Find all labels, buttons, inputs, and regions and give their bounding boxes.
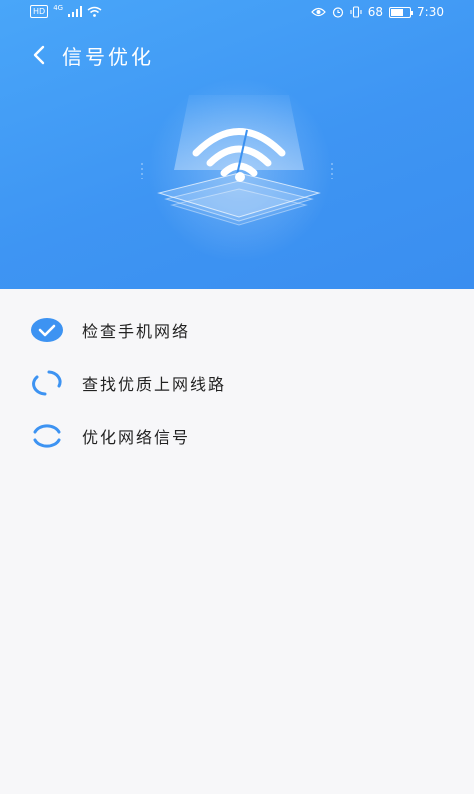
step-label: 检查手机网络	[82, 322, 191, 341]
step-label: 优化网络信号	[82, 428, 191, 447]
eye-icon	[310, 7, 326, 17]
battery-level	[391, 8, 404, 16]
step-optimize-signal: 优化网络信号	[30, 420, 430, 452]
chevron-left-icon	[33, 45, 45, 65]
hero-banner: HD 4G 68 7:30 信号优化	[0, 0, 474, 289]
status-right: 68 7:30	[310, 5, 444, 19]
clock: 7:30	[417, 5, 444, 19]
step-check-network: 检查手机网络	[30, 314, 430, 346]
check-circle-icon	[30, 314, 64, 346]
step-label: 查找优质上网线路	[82, 375, 227, 394]
vibrate-icon	[350, 6, 362, 18]
page-title: 信号优化	[62, 45, 154, 69]
network-type: 4G	[53, 3, 64, 12]
alarm-icon	[332, 7, 343, 18]
wifi-status-icon	[87, 6, 102, 17]
signal-icon	[68, 6, 83, 17]
status-left: HD 4G	[30, 3, 102, 18]
spinner-icon	[30, 367, 64, 399]
back-button[interactable]	[26, 40, 56, 70]
wifi-boost-illustration	[141, 95, 333, 226]
hd-badge: HD	[30, 5, 49, 18]
title-bar: 信号优化	[0, 36, 474, 76]
step-find-route: 查找优质上网线路	[30, 367, 430, 399]
battery-percent: 68	[367, 5, 384, 19]
spinner-icon	[30, 420, 64, 452]
battery-icon	[389, 6, 414, 18]
status-bar: HD 4G 68 7:30	[0, 0, 474, 26]
